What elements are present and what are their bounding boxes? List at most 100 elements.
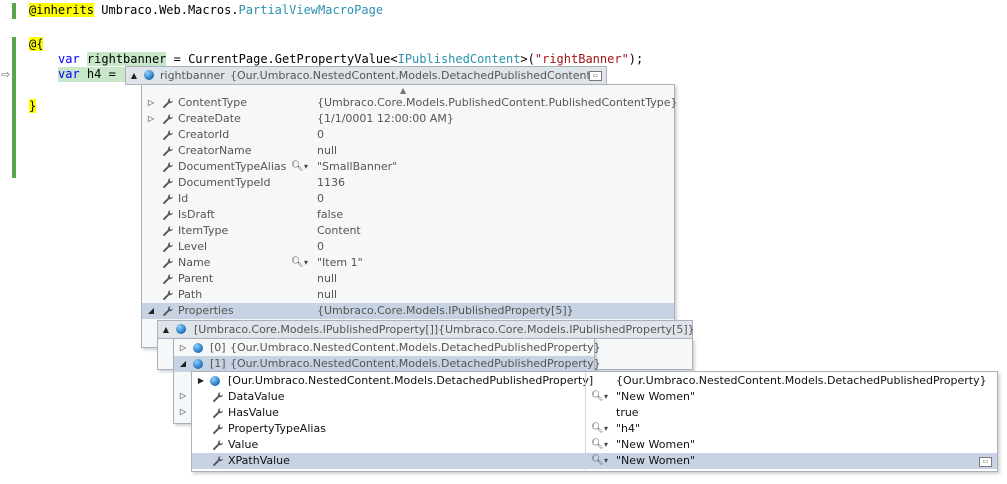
member-value[interactable]: 0 (317, 127, 324, 143)
wrench-icon (163, 306, 173, 316)
code-line-1: @inherits Umbraco.Web.Macros.PartialView… (29, 3, 383, 18)
property-value[interactable]: true (616, 405, 639, 421)
magnifier-icon[interactable]: 🔍︎ (591, 437, 604, 453)
property-value[interactable]: "New Women" (616, 437, 695, 453)
member-value[interactable]: Content (317, 223, 361, 239)
array-item-row[interactable]: ▷ [0] {Our.Umbraco.NestedContent.Models.De… (174, 340, 601, 356)
breakpoint-arrow-icon: ⇨ (1, 68, 11, 81)
code-line-5: var h4 = ( (58, 67, 130, 82)
property-row[interactable]: HasValue true (192, 405, 997, 421)
member-row[interactable]: Level 0 (142, 239, 674, 255)
member-value[interactable]: {Umbraco.Core.Models.IPublishedProperty[… (317, 303, 574, 319)
member-name: Name (178, 256, 211, 269)
expand-arrow-icon[interactable]: ▷ (146, 95, 156, 111)
expand-arrow-icon[interactable]: ▷ (146, 111, 156, 127)
property-value[interactable]: "New Women" (616, 453, 695, 469)
code-variable[interactable]: rightbanner (86, 52, 167, 66)
datatip-value[interactable]: {Our.Umbraco.NestedContent.Models.Detach… (230, 67, 598, 84)
datatip-members-panel[interactable]: ▲ ▷ ContentType {Umbraco.Core.Models.Publi… (141, 84, 678, 348)
dropdown-arrow-icon[interactable]: ▾ (604, 389, 608, 405)
property-row[interactable]: XPathValue 🔍︎ ▾ "New Women" ▭ (192, 453, 997, 469)
member-name: CreatorId (178, 128, 230, 141)
member-value[interactable]: null (317, 143, 337, 159)
magnifier-icon[interactable]: 🔍︎ (591, 453, 604, 469)
code-keyword: var (58, 52, 80, 66)
property-value[interactable]: "New Women" (616, 389, 695, 405)
member-value[interactable]: "SmallBanner" (317, 159, 397, 175)
member-row[interactable]: CreatorId 0 (142, 127, 674, 143)
member-value[interactable]: null (317, 287, 337, 303)
member-name: DocumentTypeAlias (178, 160, 287, 173)
code-namespace: Umbraco.Web.Macros. (101, 3, 239, 17)
properties-array-header[interactable]: ▲ [Umbraco.Core.Models.IPublishedPropert… (157, 320, 695, 339)
dropdown-arrow-icon[interactable]: ▾ (304, 159, 308, 175)
code-type: IPublishedContent (397, 52, 521, 66)
member-value[interactable]: 1136 (317, 175, 345, 191)
member-value[interactable]: null (317, 271, 337, 287)
code-line-7: } (29, 99, 37, 114)
property-value[interactable]: "h4" (616, 421, 640, 437)
magnifier-icon[interactable]: 🔍︎ (291, 159, 304, 175)
property-name: XPathValue (228, 454, 290, 467)
expand-arrow-icon[interactable]: ▲ (129, 67, 139, 84)
array-item-row[interactable]: ◢ [1] {Our.Umbraco.NestedContent.Models.De… (174, 356, 601, 372)
pin-icon[interactable]: ▭ (979, 457, 992, 467)
member-row[interactable]: Id 0 (142, 191, 674, 207)
collapse-arrow-icon[interactable]: ◢ (146, 303, 156, 319)
dropdown-arrow-icon[interactable]: ▾ (604, 421, 608, 437)
array-type-value[interactable]: {Umbraco.Core.Models.IPublishedProperty[… (438, 321, 695, 338)
member-row[interactable]: ItemType Content (142, 223, 674, 239)
dropdown-arrow-icon[interactable]: ▾ (304, 255, 308, 271)
magnifier-icon[interactable]: 🔍︎ (291, 255, 304, 271)
wrench-icon (163, 274, 173, 284)
member-row[interactable]: Path null (142, 287, 674, 303)
member-value[interactable]: 0 (317, 239, 324, 255)
member-value[interactable]: false (317, 207, 343, 223)
detached-property-value[interactable]: {Our.Umbraco.NestedContent.Models.Detach… (616, 373, 987, 389)
expand-arrow-icon[interactable]: ▲ (161, 321, 171, 338)
pin-icon[interactable]: ▭ (589, 71, 602, 81)
member-row[interactable]: DocumentTypeAlias 🔍︎ ▾ "SmallBanner" (142, 159, 674, 175)
member-row[interactable]: Parent null (142, 271, 674, 287)
array-item-value[interactable]: {Our.Umbraco.NestedContent.Models.Detach… (230, 356, 601, 372)
member-value[interactable]: {1/1/0001 12:00:00 AM} (317, 111, 454, 127)
dropdown-arrow-icon[interactable]: ▾ (604, 437, 608, 453)
detached-property-header-row[interactable]: ▶ [Our.Umbraco.NestedContent.Models.Deta… (192, 373, 997, 389)
member-row[interactable]: ▷ ContentType {Umbraco.Core.Models.Publish… (142, 95, 678, 111)
expand-arrow-icon[interactable]: ▷ (178, 340, 188, 356)
member-value[interactable]: 0 (317, 191, 324, 207)
wrench-icon (213, 392, 223, 402)
expand-arrow-icon[interactable]: ▷ (178, 407, 188, 416)
magnifier-icon[interactable]: 🔍︎ (591, 389, 604, 405)
wrench-icon (163, 210, 173, 220)
wrench-icon (163, 178, 173, 188)
detached-property-panel[interactable]: ▶ [Our.Umbraco.NestedContent.Models.Deta… (191, 371, 998, 472)
object-cube-icon (176, 324, 186, 334)
member-row[interactable]: DocumentTypeId 1136 (142, 175, 674, 191)
expand-arrow-icon[interactable]: ◢ (178, 356, 188, 372)
member-value[interactable]: {Umbraco.Core.Models.PublishedContent.Pu… (317, 95, 677, 111)
code-brace: @{ (29, 37, 44, 51)
member-row[interactable]: CreatorName null (142, 143, 674, 159)
member-row[interactable]: Name 🔍︎ ▾ "Item 1" (142, 255, 674, 271)
array-item-value[interactable]: {Our.Umbraco.NestedContent.Models.Detach… (230, 340, 601, 356)
datatip-header[interactable]: ▲ rightbanner {Our.Umbraco.NestedContent… (125, 66, 607, 85)
scroll-up-icon[interactable]: ▲ (400, 86, 406, 95)
array-index: [0] (210, 341, 226, 354)
property-row[interactable]: PropertyTypeAlias 🔍︎ ▾ "h4" (192, 421, 997, 437)
member-row[interactable]: ◢ Properties {Umbraco.Core.Models.IPublish… (142, 303, 674, 319)
property-row[interactable]: Value 🔍︎ ▾ "New Women" (192, 437, 997, 453)
property-name: PropertyTypeAlias (228, 422, 326, 435)
dropdown-arrow-icon[interactable]: ▾ (604, 453, 608, 469)
wrench-icon (163, 258, 173, 268)
expand-arrow-icon[interactable]: ▷ (178, 391, 188, 400)
member-value[interactable]: "Item 1" (317, 255, 363, 271)
member-name: Parent (178, 272, 214, 285)
property-row[interactable]: DataValue 🔍︎ ▾ "New Women" (192, 389, 997, 405)
property-name: DataValue (228, 390, 285, 403)
member-row[interactable]: ▷ CreateDate {1/1/0001 12:00:00 AM} (142, 111, 674, 127)
expand-arrow-icon[interactable]: ▶ (196, 373, 206, 389)
wrench-icon (163, 146, 173, 156)
member-row[interactable]: IsDraft false (142, 207, 674, 223)
magnifier-icon[interactable]: 🔍︎ (591, 421, 604, 437)
